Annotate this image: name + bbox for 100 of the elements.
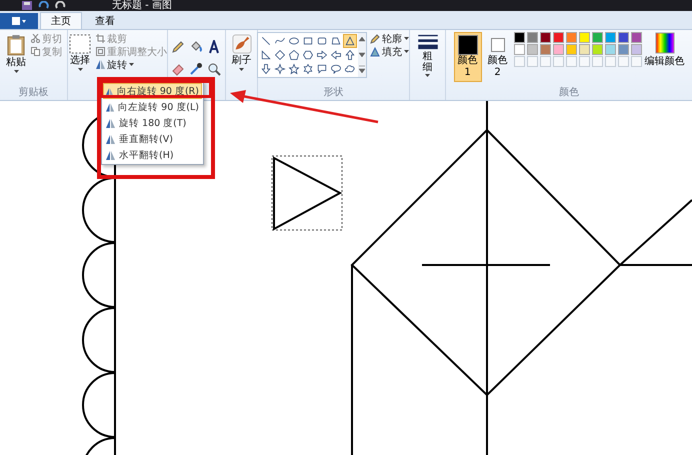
outline-button[interactable]: 轮廓 <box>369 32 410 45</box>
copy-icon <box>31 47 40 56</box>
menu-item[interactable]: 垂直翻转(V) <box>103 131 202 147</box>
group-label: 形状 <box>324 86 344 99</box>
color-swatch[interactable] <box>526 32 538 43</box>
menu-item[interactable]: 向左旋转 90 度(L) <box>103 99 202 115</box>
shape-icon[interactable] <box>329 62 343 76</box>
size-button[interactable]: 粗细 <box>414 32 440 79</box>
empty-swatch[interactable] <box>540 56 550 67</box>
shape-icon[interactable] <box>287 62 301 76</box>
color-swatch[interactable] <box>566 44 576 55</box>
magnifier-icon[interactable] <box>206 62 220 76</box>
pencil-icon[interactable] <box>170 40 184 54</box>
empty-swatch[interactable] <box>618 56 628 67</box>
color-swatch[interactable] <box>578 32 590 43</box>
line-width-icon <box>416 34 438 50</box>
shape-icon[interactable] <box>287 48 301 62</box>
color-swatch[interactable] <box>592 44 602 55</box>
rotate-icon <box>106 134 115 144</box>
caret-icon <box>14 70 18 73</box>
caret-icon <box>404 50 409 53</box>
fill-icon <box>370 46 380 56</box>
select-button[interactable]: 选择 <box>67 32 93 73</box>
rotate-icon <box>106 118 115 128</box>
shape-icon[interactable] <box>343 34 357 48</box>
resize-icon <box>96 47 105 56</box>
ribbon-tab[interactable]: 主页 <box>40 12 82 29</box>
empty-swatch[interactable] <box>566 56 576 67</box>
window-title: 无标题 - 画图 <box>112 0 172 11</box>
brushes-button[interactable]: 刷子 <box>230 32 254 73</box>
paste-button[interactable]: 粘贴 <box>4 32 28 75</box>
shape-icon[interactable] <box>301 62 315 76</box>
rotate-icon <box>106 150 115 160</box>
color-swatch[interactable] <box>618 32 628 43</box>
color-swatch[interactable] <box>566 32 576 43</box>
edit-colors-button[interactable]: 编辑颜色 <box>644 32 684 68</box>
color-swatch[interactable] <box>604 44 616 55</box>
text-tool-icon[interactable] <box>206 40 220 54</box>
shape-icon[interactable] <box>273 62 287 76</box>
fill-button[interactable]: 填充 <box>369 45 410 58</box>
color-spectrum-icon <box>654 32 674 54</box>
menu-item[interactable]: 水平翻转(H) <box>103 147 202 163</box>
caret-icon <box>239 68 244 71</box>
group-label: 剪贴板 <box>18 86 48 99</box>
clipboard-icon <box>7 34 25 56</box>
color-swatch[interactable] <box>552 44 564 55</box>
empty-swatch[interactable] <box>630 56 642 67</box>
empty-swatch[interactable] <box>578 56 590 67</box>
caret-icon <box>425 74 430 77</box>
rotate-button[interactable]: 旋转 <box>95 58 168 71</box>
caret-icon <box>78 68 82 71</box>
color-slot-button[interactable]: 颜色 1 <box>454 32 482 82</box>
color-swatch[interactable] <box>514 44 524 55</box>
color-swatch[interactable] <box>578 44 590 55</box>
save-icon[interactable] <box>22 1 32 10</box>
shape-icon[interactable] <box>301 48 315 62</box>
shape-icon[interactable] <box>315 48 329 62</box>
menu-item[interactable]: 旋转 180 度(T) <box>103 115 202 131</box>
rotate-icon <box>106 86 113 96</box>
color-swatch[interactable] <box>540 44 550 55</box>
selection-icon <box>69 34 91 54</box>
eyedropper-icon[interactable] <box>188 62 202 76</box>
color-swatch[interactable] <box>630 44 642 55</box>
shape-icon[interactable] <box>329 48 343 62</box>
shape-icon[interactable] <box>343 48 357 62</box>
menu-icon <box>12 17 26 25</box>
undo-icon[interactable] <box>38 1 49 10</box>
ribbon-tab[interactable]: 查看 <box>84 12 126 29</box>
empty-swatch[interactable] <box>514 56 524 67</box>
caret-icon <box>129 63 134 66</box>
shape-icon[interactable] <box>273 48 287 62</box>
empty-swatch[interactable] <box>526 56 538 67</box>
pencil-icon <box>370 34 380 44</box>
gallery-scrollbar[interactable] <box>358 33 366 77</box>
empty-swatch[interactable] <box>552 56 564 67</box>
color-swatch[interactable] <box>618 44 628 55</box>
color-swatch[interactable] <box>630 32 642 43</box>
color-swatch[interactable] <box>526 44 538 55</box>
color-swatch[interactable] <box>592 32 602 43</box>
rotate-icon <box>106 102 114 112</box>
redo-icon[interactable] <box>55 1 66 10</box>
color-swatch[interactable] <box>552 32 564 43</box>
crop-icon <box>96 34 105 43</box>
group-label: 颜色 <box>559 86 579 99</box>
color-slot-button[interactable]: 颜色 2 <box>484 32 512 82</box>
brush-icon <box>232 34 252 54</box>
color-swatch[interactable] <box>540 32 550 43</box>
shape-icon[interactable] <box>259 62 273 76</box>
app-menu-button[interactable] <box>0 13 38 29</box>
scissors-icon <box>31 34 40 43</box>
color-swatch[interactable] <box>514 32 524 43</box>
fill-bucket-icon[interactable] <box>188 40 202 54</box>
rotate-icon <box>96 60 105 69</box>
empty-swatch[interactable] <box>592 56 602 67</box>
empty-swatch[interactable] <box>604 56 616 67</box>
caret-icon <box>404 37 409 40</box>
shape-icon[interactable] <box>259 48 273 62</box>
eraser-icon[interactable] <box>170 62 184 76</box>
shape-icon[interactable] <box>315 62 329 76</box>
color-swatch[interactable] <box>604 32 616 43</box>
